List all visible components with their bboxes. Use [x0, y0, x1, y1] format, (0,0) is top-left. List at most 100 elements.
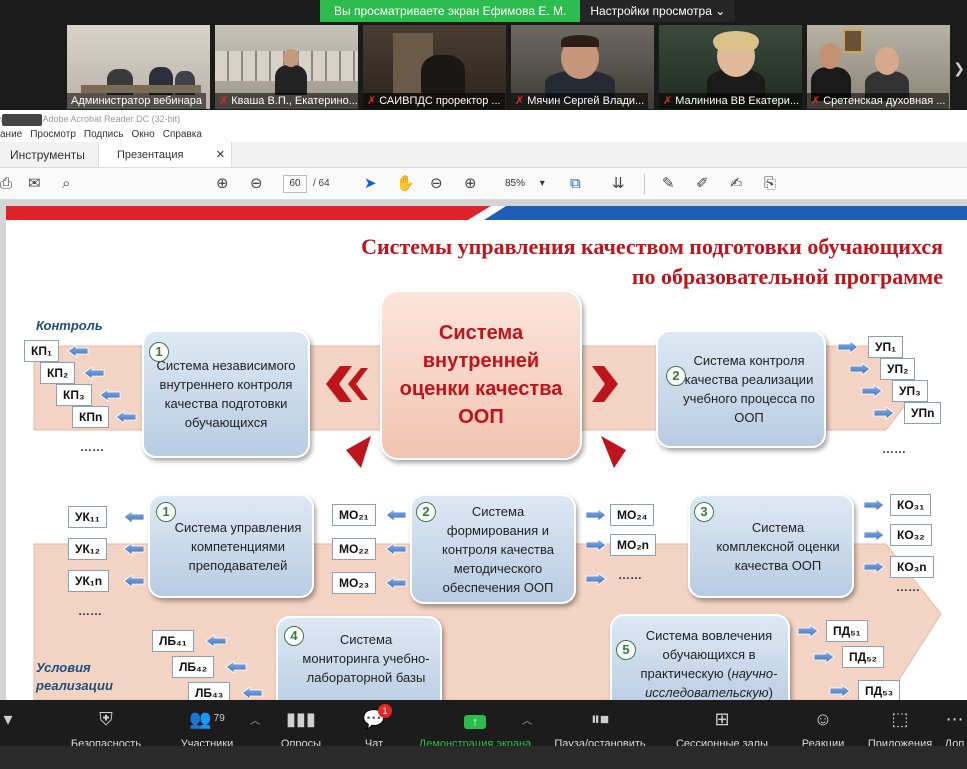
audio-button[interactable]: ▾: [0, 700, 16, 738]
share-banner: Вы просматриваете экран Ефимова Е. М. На…: [320, 0, 736, 22]
ko-tag: КО₃₂: [890, 524, 932, 546]
ellipsis: ……: [896, 580, 920, 594]
kp-tag: КП₁: [24, 340, 59, 362]
system-box-involvement: Система вовлечения обучающихся в практич…: [610, 614, 790, 700]
mo-tag: МО₂₃: [332, 572, 377, 594]
menu-bar: ание Просмотр Подпись Окно Справка: [0, 128, 967, 142]
lb-tag: ЛБ₄₁: [152, 630, 194, 652]
chevron-right-icon[interactable]: ❯: [953, 60, 965, 77]
zoom-in-icon[interactable]: ⊕: [464, 176, 477, 192]
participant-name: ✗ Кваша В.П., Екатерино...: [215, 93, 358, 109]
comment-icon[interactable]: ✎: [662, 176, 675, 192]
uk-tag: УК₁n: [68, 570, 110, 592]
breakout-rooms-button[interactable]: ⊞ Сессионные залы: [660, 700, 784, 750]
lb-tag: ЛБ₄₂: [172, 656, 215, 678]
ellipsis: ……: [80, 440, 104, 454]
apps-button[interactable]: ⬚ Приложения: [864, 700, 936, 750]
mo-tag: МО₂₄: [610, 504, 655, 526]
tab-tools[interactable]: Инструменты: [0, 142, 98, 167]
share-screen-icon: ↑: [414, 708, 536, 738]
menu-item-help[interactable]: Справка: [163, 128, 202, 142]
kp-tag: КП₂: [40, 362, 76, 384]
uk-tag: УК₁₁: [68, 506, 107, 528]
hand-tool-icon[interactable]: ✋: [396, 176, 415, 192]
search-icon[interactable]: ⌕: [62, 176, 70, 192]
participant-name: ✗ Малинина ВВ Екатери...: [659, 93, 802, 109]
security-button[interactable]: ⛨ Безопасность: [66, 700, 146, 750]
menu-item-window[interactable]: Окно: [131, 128, 154, 142]
step-number: 3: [694, 502, 714, 522]
menu-item-view[interactable]: Просмотр: [30, 128, 76, 142]
highlight-icon[interactable]: ✐: [696, 176, 709, 192]
lb-tag: ЛБ₄₃: [188, 682, 231, 700]
label-conditions: Условия: [36, 660, 91, 675]
reactions-button[interactable]: ☺ Реакции: [796, 700, 850, 750]
ko-tag: КО₃₁: [890, 494, 932, 516]
polls-button[interactable]: ▮▮▮ Опросы: [276, 700, 326, 750]
step-number: 2: [666, 366, 686, 386]
pd-tag: ПД₅₂: [842, 646, 885, 668]
video-tile[interactable]: ✗ Кваша В.П., Екатерино...: [215, 25, 358, 109]
zoom-out-icon[interactable]: ⊖: [430, 176, 443, 192]
mail-icon[interactable]: ✉: [28, 176, 41, 192]
chat-badge: 1: [378, 704, 392, 718]
participants-button[interactable]: 👥 79 Участники: [172, 700, 242, 750]
menu-item-sign[interactable]: Подпись: [84, 128, 124, 142]
participants-icon: 👥 79: [189, 709, 225, 729]
mo-tag: МО₂₂: [332, 538, 376, 560]
step-number: 1: [156, 502, 176, 522]
acrobat-window: werPoint - Adobe Acrobat Reader DC (32-b…: [0, 110, 967, 700]
ko-tag: КО₃n: [890, 556, 934, 578]
up-tag: УП₁: [868, 336, 904, 358]
mini-controls[interactable]: [2, 114, 42, 126]
document-area: Системы управления качеством подготовки …: [0, 200, 967, 700]
muted-mic-icon: ✗: [219, 95, 229, 107]
kp-tag: КП₃: [56, 384, 92, 406]
menu-item[interactable]: ание: [0, 128, 22, 142]
share-screen-button[interactable]: ↑ Демонстрация экрана: [414, 700, 536, 750]
share-message: Вы просматриваете экран Ефимова Е. М.: [320, 0, 581, 22]
chevron-up-icon[interactable]: ︿: [522, 712, 532, 727]
sign-icon[interactable]: ✍: [730, 176, 743, 192]
close-icon[interactable]: ✕: [216, 142, 225, 168]
next-page-icon[interactable]: ⊖: [250, 176, 263, 192]
label-realization: реализации: [36, 678, 113, 693]
slide: Системы управления качеством подготовки …: [6, 206, 967, 700]
video-tile[interactable]: ✗ САИВПДС проректор ...: [363, 25, 506, 109]
more-icon: ⋯: [945, 709, 964, 729]
page-number-input[interactable]: 60: [283, 175, 307, 193]
step-number: 2: [416, 502, 436, 522]
more-button[interactable]: ⋯ Доп: [942, 700, 967, 750]
grid-icon: ⊞: [714, 709, 730, 729]
toolbar: ⎙ ✉ ⌕ ⊕ ⊖ 60 / 64 ➤ ✋ ⊖ ⊕ 85% ▾ ⧉ ⇊ ✎ ✐ …: [0, 168, 967, 200]
tabs-row: Инструменты Презентация Powe... ✕: [0, 142, 967, 187]
scroll-mode-icon[interactable]: ⇊: [612, 176, 625, 192]
system-box-process-control: Система контроля качества реализации уче…: [656, 330, 826, 448]
zoom-window: Вы просматриваете экран Ефимова Е. М. На…: [0, 0, 967, 769]
center-system-box: Система внутренней оценки качества ООП: [380, 290, 582, 460]
participant-name: ✗ Сретенская духовная ...: [807, 93, 950, 109]
pd-tag: ПД₅₁: [826, 620, 868, 642]
video-tile[interactable]: ✗ Малинина ВВ Екатери...: [659, 25, 802, 109]
chevron-up-icon[interactable]: ︿: [250, 712, 260, 727]
fit-page-icon[interactable]: ⧉: [570, 176, 581, 192]
uk-tag: УК₁₂: [68, 538, 108, 560]
bottom-strip: [0, 746, 967, 769]
step-number: 5: [616, 640, 636, 660]
video-tile[interactable]: ✗ Сретенская духовная ...: [807, 25, 950, 109]
tab-document[interactable]: Презентация Powe... ✕: [98, 142, 232, 187]
apps-icon: ⬚: [891, 709, 909, 729]
video-tile[interactable]: ✗ Мячин Сергей Влади...: [511, 25, 654, 109]
stamp-icon[interactable]: ⎘: [764, 176, 776, 192]
prev-page-icon[interactable]: ⊕: [216, 176, 229, 192]
video-tile[interactable]: Администратор вебинара: [67, 25, 210, 109]
up-tag: УПn: [904, 402, 942, 424]
muted-mic-icon: ✗: [367, 95, 377, 107]
view-settings-button[interactable]: Настройки просмотра ⌄: [580, 0, 736, 22]
zoom-select[interactable]: 85% ▾: [495, 175, 555, 193]
step-number: 4: [284, 626, 304, 646]
select-tool-icon[interactable]: ➤: [364, 176, 377, 192]
print-icon[interactable]: ⎙: [0, 176, 12, 192]
label-control: Контроль: [36, 318, 103, 333]
video-strip: Администратор вебинара ✗ Кваша В.П., Екат…: [0, 22, 967, 110]
